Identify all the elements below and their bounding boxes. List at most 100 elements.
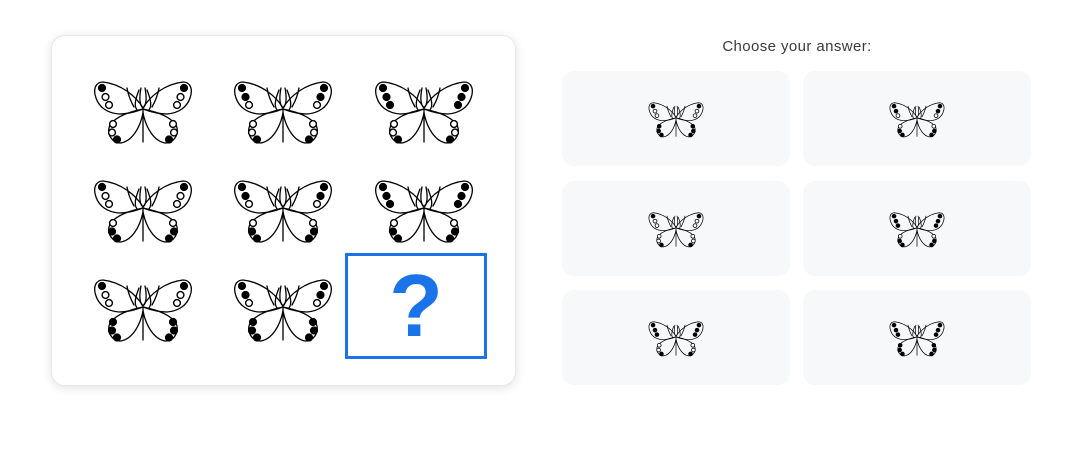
filled-dot [309,227,319,236]
wing-outline [673,105,676,117]
wing-outline [143,186,147,207]
open-dot [654,222,660,228]
filled-dot [690,123,696,129]
open-dot [176,92,185,102]
filled-dot [897,238,902,243]
filled-dot [895,331,901,337]
puzzle-cell-5 [233,175,333,245]
filled-dot [382,191,391,201]
filled-dot [691,128,696,133]
filled-dot [935,108,941,113]
wing-outline [266,87,275,108]
open-dot [388,128,398,137]
filled-dot [179,83,189,93]
wing-outline [143,87,147,108]
wing-outline [291,87,300,108]
filled-dot [179,281,189,291]
open-dot [308,218,318,228]
puzzle-cell-8 [233,274,333,344]
filled-dot [937,213,943,218]
open-dot [107,128,117,137]
filled-dot [932,347,937,352]
answer-option-2[interactable] [803,71,1031,166]
puzzle-cell-3 [374,76,474,146]
wing-outline [914,105,917,117]
wing-outline [291,186,300,207]
filled-dot [453,199,463,209]
filled-dot [696,103,702,108]
wing-outline [139,87,143,108]
filled-dot [900,132,905,137]
open-dot [694,218,700,223]
wing-outline [279,87,283,108]
answer-prompt: Choose your answer: [722,38,872,55]
open-dot [108,119,118,129]
filled-dot [932,238,937,243]
open-dot [931,123,937,129]
wing-outline [151,186,160,207]
filled-dot [304,234,314,243]
wing-outline [291,285,300,306]
answer-option-6[interactable] [803,290,1031,385]
open-dot [897,123,903,129]
filled-dot [900,351,905,356]
open-dot [450,128,460,137]
wing-outline [266,285,275,306]
filled-dot [891,213,897,218]
filled-dot [252,135,262,144]
filled-dot [247,326,257,335]
filled-dot [937,322,943,327]
open-dot [101,290,110,300]
question-mark: ? [389,256,443,355]
wing-outline [407,186,416,207]
open-dot [897,233,903,239]
wing-outline [424,186,428,207]
wing-outline [676,105,679,117]
open-dot [694,108,700,113]
wing-outline [151,87,160,108]
missing-piece-placeholder: ? [345,253,487,359]
filled-dot [112,135,122,144]
open-dot [449,119,459,129]
open-dot [652,108,658,113]
answer-option-1[interactable] [562,71,790,166]
answer-option-5[interactable] [562,290,790,385]
open-dot [169,128,179,137]
filled-dot [393,234,403,243]
butterfly-icon [648,211,704,247]
filled-dot [164,234,174,243]
filled-dot [650,103,656,108]
filled-dot [659,242,664,247]
open-dot [108,218,118,228]
filled-dot [460,83,470,93]
open-dot [692,222,698,228]
filled-dot [445,234,455,243]
wing-outline [283,87,287,108]
open-dot [933,112,939,118]
wing-outline [424,87,428,108]
filled-dot [656,123,662,129]
answer-option-3[interactable] [562,181,790,276]
filled-dot [450,227,460,236]
butterfly-icon [94,81,192,144]
filled-dot [929,242,934,247]
filled-dot [107,227,117,236]
filled-dot [319,281,329,291]
filled-dot [935,218,941,223]
butterfly-icon [94,279,192,342]
open-dot [691,238,696,243]
puzzle-cell-7 [93,274,193,344]
open-dot [244,199,254,209]
filled-dot [688,132,693,137]
open-dot [104,298,114,308]
wing-outline [907,105,913,117]
filled-dot [688,242,693,247]
puzzle-cell-1 [93,76,193,146]
answer-option-4[interactable] [803,181,1031,276]
wing-outline [283,285,287,306]
open-dot [248,218,258,228]
open-dot [931,233,937,239]
butterfly-icon [648,101,704,137]
filled-dot [933,331,939,337]
puzzle-cell-4 [93,175,193,245]
